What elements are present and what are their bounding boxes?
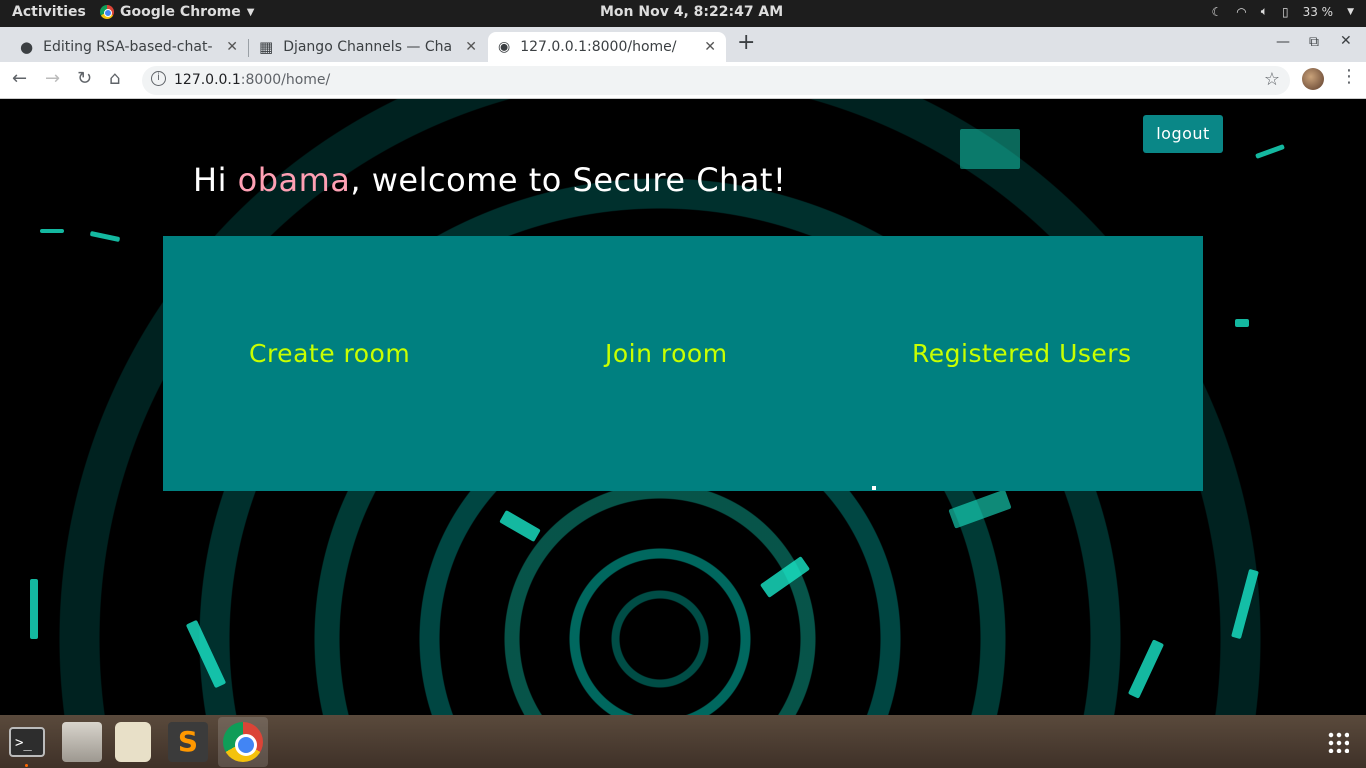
chrome-icon xyxy=(223,722,263,762)
decor-streak xyxy=(185,619,227,689)
sublime-text-icon[interactable]: S xyxy=(168,722,208,762)
running-indicator xyxy=(25,764,28,767)
minimize-icon[interactable]: — xyxy=(1276,34,1290,50)
chevron-down-icon: ▼ xyxy=(1347,6,1354,17)
chrome-icon xyxy=(100,5,114,19)
decor-streak xyxy=(1231,568,1259,640)
username: obama xyxy=(237,161,351,199)
profile-avatar[interactable] xyxy=(1302,68,1324,90)
mouse-cursor xyxy=(872,486,876,490)
tab-title: Django Channels — Chan xyxy=(283,39,454,55)
activities-button[interactable]: Activities xyxy=(12,4,86,20)
greeting-prefix: Hi xyxy=(193,161,238,199)
decor-streak xyxy=(759,556,811,598)
system-tray[interactable]: ☾ ◠ 🔈︎ ▯ 33 % ▼ xyxy=(1212,4,1354,19)
tab-django-channels[interactable]: ▦ Django Channels — Chan ✕ xyxy=(249,32,487,62)
back-arrow-icon[interactable]: ← xyxy=(12,68,27,89)
battery-icon: ▯ xyxy=(1281,4,1289,19)
join-room-link[interactable]: Join room xyxy=(605,339,728,368)
chevron-down-icon: ▼ xyxy=(246,6,255,18)
home-icon[interactable]: ⌂ xyxy=(109,68,120,89)
files-icon[interactable] xyxy=(62,722,102,762)
greeting-suffix: , welcome to Secure Chat! xyxy=(350,161,787,199)
decor-streak xyxy=(1255,144,1285,159)
decor-streak xyxy=(960,129,1020,169)
decor-streak xyxy=(948,489,1012,529)
tab-home-active[interactable]: ◉ 127.0.0.1:8000/home/ ✕ xyxy=(488,32,726,62)
decor-streak xyxy=(1127,639,1165,699)
address-bar[interactable]: i 127.0.0.1:8000/home/ ☆ xyxy=(142,66,1290,95)
welcome-heading: Hi obama, welcome to Secure Chat! xyxy=(193,161,786,199)
chrome-menu-icon[interactable]: ⋮ xyxy=(1340,66,1358,87)
terminal-icon[interactable] xyxy=(9,727,45,757)
decor-streak xyxy=(499,509,541,543)
browser-toolbar: ← → ↻ ⌂ i 127.0.0.1:8000/home/ ☆ xyxy=(0,62,1366,99)
dock: S xyxy=(0,715,1366,768)
wifi-icon: ◠ xyxy=(1236,4,1247,19)
chrome-dock-slot[interactable] xyxy=(218,717,268,767)
decor-streak xyxy=(30,579,38,639)
tab-editing-rsa[interactable]: ● Editing RSA-based-chat-ap ✕ xyxy=(10,32,248,62)
show-applications-icon[interactable] xyxy=(1327,731,1349,753)
close-window-icon[interactable]: ✕ xyxy=(1340,33,1352,49)
logout-button[interactable]: logout xyxy=(1143,115,1223,153)
url-host: 127.0.0.1 xyxy=(174,72,241,88)
url-path: :8000/home/ xyxy=(240,72,331,88)
restore-icon[interactable]: ⧉ xyxy=(1309,34,1319,50)
docs-icon: ▦ xyxy=(259,38,274,56)
close-tab-icon[interactable]: ✕ xyxy=(226,39,238,55)
tab-title: Editing RSA-based-chat-ap xyxy=(43,39,214,55)
github-icon: ● xyxy=(20,38,34,56)
app-menu-label: Google Chrome xyxy=(120,4,241,20)
reload-icon[interactable]: ↻ xyxy=(77,68,92,89)
close-tab-icon[interactable]: ✕ xyxy=(704,39,716,55)
night-light-icon: ☾ xyxy=(1211,4,1223,19)
page-background: logout Hi obama, welcome to Secure Chat!… xyxy=(0,99,1366,715)
new-tab-button[interactable]: + xyxy=(737,30,755,55)
globe-icon: ◉ xyxy=(498,39,511,55)
tab-strip: ● Editing RSA-based-chat-ap ✕ ▦ Django C… xyxy=(0,27,1366,62)
decor-streak xyxy=(40,229,64,233)
create-room-link[interactable]: Create room xyxy=(249,339,410,368)
gnome-top-bar: Activities Google Chrome ▼ Mon Nov 4, 8:… xyxy=(0,0,1366,27)
decor-streak xyxy=(89,230,121,243)
decor-streak xyxy=(1235,319,1249,327)
clock[interactable]: Mon Nov 4, 8:22:47 AM xyxy=(600,4,783,20)
close-tab-icon[interactable]: ✕ xyxy=(465,39,477,55)
volume-icon: 🔈︎ xyxy=(1260,4,1268,18)
site-info-icon[interactable]: i xyxy=(151,71,166,86)
bookmark-star-icon[interactable]: ☆ xyxy=(1264,69,1280,90)
forward-arrow-icon[interactable]: → xyxy=(45,68,60,89)
app-menu[interactable]: Google Chrome ▼ xyxy=(100,4,254,20)
battery-percent: 33 % xyxy=(1302,4,1334,19)
url-text[interactable]: 127.0.0.1:8000/home/ xyxy=(174,72,330,88)
actions-panel: Create room Join room Registered Users xyxy=(163,236,1203,491)
registered-users-link[interactable]: Registered Users xyxy=(912,339,1132,368)
music-player-icon[interactable] xyxy=(115,722,151,762)
tab-title: 127.0.0.1:8000/home/ xyxy=(520,39,677,55)
